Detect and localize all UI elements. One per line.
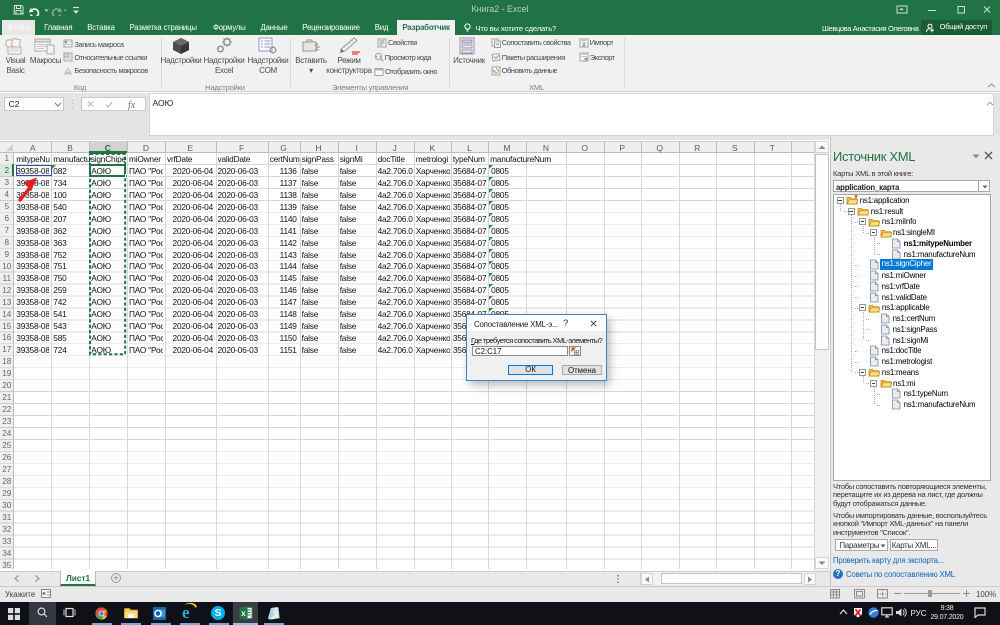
svg-text:x: x (241, 609, 246, 618)
svg-text:fx: fx (128, 100, 136, 110)
